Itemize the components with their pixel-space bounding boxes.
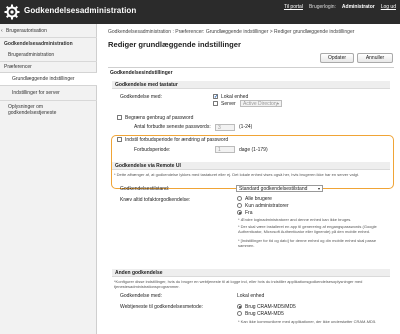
local-device-checkbox[interactable] [213, 94, 218, 100]
password-change-period-label: Indstil forbudsperiode for ændring af pa… [125, 136, 229, 143]
forbidden-passwords-range: (1-24) [239, 124, 253, 130]
portal-link[interactable]: Til portal [284, 4, 303, 10]
sidebar-item-service-info[interactable]: Oplysninger om godkendelsestjeneste [0, 104, 97, 116]
top-bar: Godkendelsesadministration Til portal Br… [0, 0, 400, 24]
web-auth-method-label: Webtjeneste til godkendelsesmetode: [120, 304, 204, 310]
cram-md5-note: * Kan ikke kommunikere med applikationer… [238, 319, 377, 324]
forbidden-passwords-label: Antal forbudte seneste passwords: [134, 124, 211, 130]
local-device-label: Lokal enhed [221, 93, 249, 100]
auth-state-select[interactable]: Standard godkendelsestilstand ▾ [236, 185, 323, 192]
other-auth-with-value: Lokal enhed [237, 293, 265, 299]
keyboard-auth-band: Godkendelse med tastatur [112, 81, 390, 89]
forbidden-passwords-input[interactable]: 3 [215, 123, 235, 131]
server-type-value: Active Directory [243, 101, 279, 107]
remote-ui-title: Godkendelse via Remote UI [115, 163, 181, 169]
user-login-label: Brugerlogin: [308, 4, 336, 10]
cram-md5-label: Brug CRAM-MD5 [245, 310, 284, 317]
two-factor-all-radio[interactable] [237, 196, 242, 201]
cram-md5-md5-radio[interactable] [237, 304, 242, 309]
other-auth-with-label: Godkendelse med: [120, 293, 162, 299]
two-factor-admin-radio[interactable] [237, 203, 242, 208]
two-factor-admin-label: Kun administratorer [245, 202, 289, 209]
two-factor-note-2: * Der skal være installeret en app til g… [238, 224, 377, 234]
sidebar-divider [0, 61, 97, 62]
server-type-select[interactable]: Active Directory ▾ [240, 100, 282, 107]
section-title-auth-settings: Godkendelsesindstillinger [110, 70, 173, 76]
main-content: Godkendelsesadministration : Præferencer… [98, 24, 400, 334]
two-factor-note-1: * Ændre loginadministratorer and denne e… [238, 217, 352, 222]
sidebar-back-link[interactable]: ‹ Brugerautorisation [0, 28, 97, 34]
sidebar-section-preferences: Præferencer [4, 64, 32, 70]
sidebar-item-server-settings[interactable]: Indstillinger for server [0, 90, 97, 96]
sidebar-divider [0, 100, 97, 101]
remote-ui-band: Godkendelse via Remote UI [112, 162, 390, 170]
sidebar-divider [0, 37, 97, 38]
auth-state-label: Godkendelsestilstand: [120, 186, 170, 192]
gear-icon [4, 4, 20, 20]
server-label: Server [221, 100, 236, 107]
cancel-button[interactable]: Annuller [357, 53, 393, 63]
sidebar-item-service-info-line2: godkendelsestjeneste [8, 110, 57, 116]
remote-ui-note: * Dette afhænger af, at godkendelse lykk… [114, 172, 360, 177]
two-factor-label: Kræv altid tofaktorgodkendelse: [120, 197, 191, 203]
logout-link[interactable]: Log ud [381, 4, 396, 10]
other-auth-band: Anden godkendelse [112, 269, 390, 277]
two-factor-off-radio[interactable] [237, 210, 242, 215]
cram-md5-md5-label: Brug CRAM-MD5/MD5 [245, 303, 296, 310]
two-factor-all-label: Alle brugere [245, 195, 272, 202]
chevron-down-icon: ▾ [317, 186, 320, 191]
forbidden-period-input[interactable]: 1 [215, 146, 235, 153]
breadcrumb: Godkendelsesadministration : Præferencer… [108, 29, 355, 35]
sidebar: ‹ Brugerautorisation Godkendelsesadminis… [0, 24, 97, 334]
sidebar-back-label: Brugerautorisation [6, 28, 47, 34]
limit-password-reuse-checkbox[interactable] [117, 115, 122, 120]
auth-state-value: Standard godkendelsestilstand [239, 186, 308, 192]
page-title: Rediger grundlæggende indstillinger [108, 40, 241, 49]
divider [108, 67, 394, 68]
sidebar-item-basic-settings[interactable]: Grundlæggende indstillinger [0, 72, 97, 86]
other-auth-note: *Konfigurer disse indstillinger, hvis du… [114, 279, 363, 289]
password-change-period-checkbox[interactable] [117, 137, 122, 142]
chevron-left-icon: ‹ [1, 28, 3, 34]
keyboard-auth-title: Godkendelse med tastatur [115, 82, 178, 88]
top-links: Til portal Brugerlogin: Administrator Lo… [284, 4, 396, 10]
two-factor-off-label: Fra [245, 209, 253, 216]
forbidden-period-range: dage (1-179) [239, 146, 268, 153]
two-factor-note-3: * [Indstillinger for tid og dato] for de… [238, 238, 377, 248]
chevron-down-icon: ▾ [276, 101, 279, 106]
app-title: Godkendelsesadministration [24, 6, 137, 15]
cram-md5-radio[interactable] [237, 311, 242, 316]
forbidden-period-label: Forbudsperiode: [134, 146, 171, 153]
other-auth-title: Anden godkendelse [115, 270, 163, 276]
update-button[interactable]: Opdater [320, 53, 354, 63]
user-name: Administrator [341, 4, 375, 10]
login-with-label: Godkendelse med: [120, 94, 162, 100]
sidebar-item-users[interactable]: Brugeradministration [0, 52, 97, 58]
server-checkbox[interactable] [213, 101, 218, 106]
limit-password-reuse-label: Begræns genbrug af password [125, 114, 194, 121]
sidebar-section-auth: Godkendelsesadministration [4, 41, 73, 47]
